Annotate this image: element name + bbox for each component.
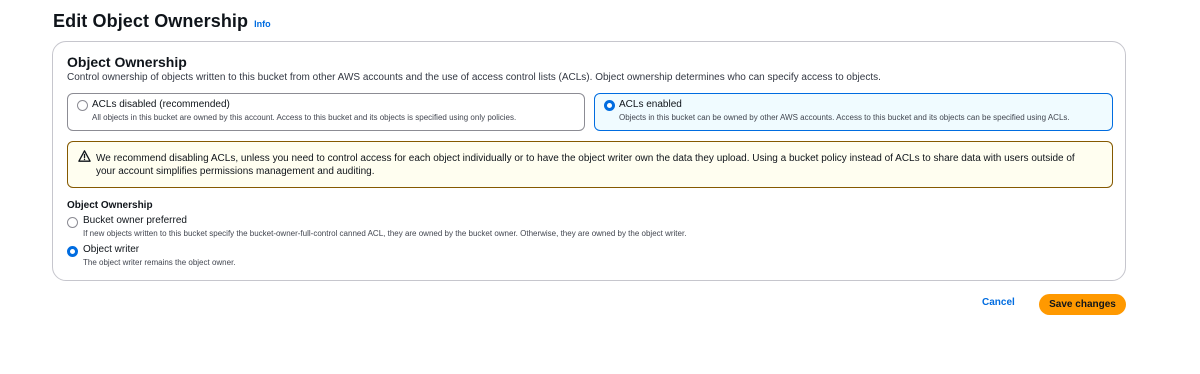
object-writer-radio[interactable] xyxy=(67,246,78,257)
tile-acls-enabled-label: ACLs enabled xyxy=(619,99,682,110)
option-bucket-owner-preferred-label: Bucket owner preferred xyxy=(83,215,187,226)
option-object-writer-description: The object writer remains the object own… xyxy=(83,258,236,267)
tile-acls-disabled-description: All objects in this bucket are owned by … xyxy=(92,113,517,122)
cancel-button[interactable]: Cancel xyxy=(982,297,1015,308)
bucket-owner-preferred-radio[interactable] xyxy=(67,217,78,228)
ownership-group-label: Object Ownership xyxy=(67,200,153,211)
option-object-writer-label: Object writer xyxy=(83,244,140,255)
tile-acls-disabled[interactable]: ACLs disabled (recommended) All objects … xyxy=(67,93,585,131)
section-description: Control ownership of objects written to … xyxy=(67,72,881,83)
acls-enabled-radio[interactable] xyxy=(604,100,615,111)
tile-acls-enabled[interactable]: ACLs enabled Objects in this bucket can … xyxy=(594,93,1113,131)
tile-acls-enabled-description: Objects in this bucket can be owned by o… xyxy=(619,113,1070,122)
page-title: Edit Object Ownership xyxy=(53,11,249,31)
option-bucket-owner-preferred-description: If new objects written to this bucket sp… xyxy=(83,229,687,238)
warning-alert: We recommend disabling ACLs, unless you … xyxy=(67,141,1113,188)
page-header: Edit Object Ownership Info xyxy=(53,11,271,32)
warning-icon xyxy=(78,150,91,162)
info-link[interactable]: Info xyxy=(254,19,271,29)
section-title: Object Ownership xyxy=(67,54,187,70)
object-ownership-panel: Object Ownership Control ownership of ob… xyxy=(52,41,1126,281)
acls-disabled-radio[interactable] xyxy=(77,100,88,111)
tile-acls-disabled-label: ACLs disabled (recommended) xyxy=(92,99,230,110)
warning-alert-text: We recommend disabling ACLs, unless you … xyxy=(96,153,1075,177)
save-changes-button[interactable]: Save changes xyxy=(1039,294,1126,315)
